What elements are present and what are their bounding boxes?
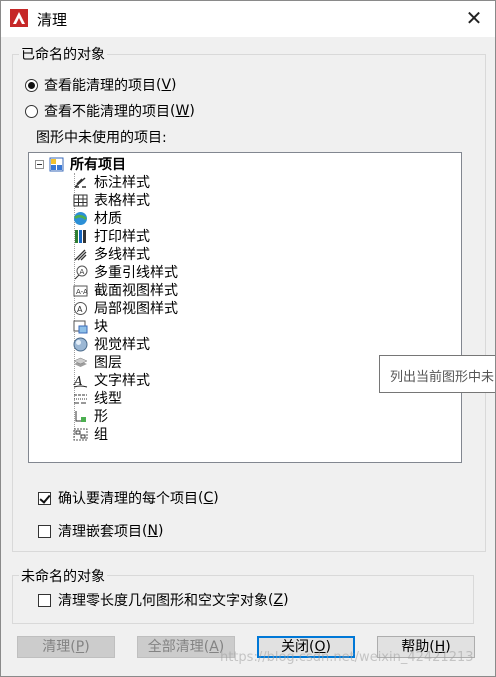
checkbox-indicator[interactable]	[38, 524, 51, 538]
checkbox-indicator[interactable]	[38, 491, 51, 505]
confirm-each-label: 确认要清理的每个项目	[58, 491, 198, 507]
tree-item-shape[interactable]: 形	[73, 407, 108, 425]
group-icon	[73, 428, 88, 440]
linetype-icon	[74, 394, 87, 403]
purge-zero-length-label: 清理零长度几何图形和空文字对象	[58, 593, 268, 609]
tree-item-detail-view-style[interactable]: A 局部视图样式	[73, 299, 178, 317]
material-icon	[74, 211, 87, 225]
purge-all-button[interactable]: 全部清理(A)	[137, 636, 235, 658]
help-button[interactable]: 帮助(H)	[377, 636, 475, 658]
tree-item-material[interactable]: 材质	[73, 209, 122, 227]
autocad-app-icon	[10, 9, 28, 27]
view-purgeable-key: V	[161, 77, 172, 93]
view-purgeable-label: 查看能清理的项目	[44, 78, 156, 94]
named-objects-label: 已命名的对象	[19, 44, 107, 64]
collapse-icon[interactable]	[35, 159, 44, 169]
window-title: 清理	[37, 11, 68, 29]
table-style-icon	[73, 194, 88, 206]
multiline-style-icon	[74, 249, 87, 260]
tree-item-dimension-style[interactable]: 标注样式	[73, 173, 150, 191]
radio-indicator[interactable]	[25, 78, 38, 92]
radio-indicator[interactable]	[25, 104, 38, 118]
layer-icon	[73, 357, 88, 367]
purge-dialog: 清理 ✕ 已命名的对象 查看能清理的项目 (V) 查看不能清理的项目 (W) 图…	[0, 0, 496, 677]
detail-view-style-icon: A	[74, 301, 87, 315]
tree-item-layer[interactable]: 图层	[73, 353, 122, 371]
tree-item-group[interactable]: 组	[73, 425, 108, 443]
tree-root-label: 所有项目	[70, 157, 126, 173]
svg-text:A: A	[77, 305, 83, 314]
tooltip: 列出当前图形中未	[379, 355, 495, 393]
unnamed-objects-label: 未命名的对象	[19, 566, 107, 586]
view-nonpurgeable-label: 查看不能清理的项目	[44, 104, 170, 120]
title-bar: 清理 ✕	[1, 1, 495, 37]
checkbox-indicator[interactable]	[38, 593, 51, 607]
view-nonpurgeable-radio[interactable]: 查看不能清理的项目 (W)	[25, 102, 195, 120]
close-window-icon[interactable]: ✕	[463, 7, 485, 29]
tree-item-section-view-style[interactable]: A-A 截面视图样式	[73, 281, 178, 299]
tree-item-multileader-style[interactable]: A 多重引线样式	[73, 263, 178, 281]
svg-text:A-A: A-A	[76, 288, 88, 296]
purge-nested-checkbox[interactable]: 清理嵌套项目 (N)	[38, 522, 163, 540]
text-style-icon: A	[73, 374, 88, 388]
tree-item-multiline-style[interactable]: 多线样式	[73, 245, 150, 263]
tree-item-text-style[interactable]: A 文字样式	[73, 371, 150, 389]
plot-style-icon	[75, 229, 86, 243]
all-items-icon	[49, 157, 64, 171]
tree-item-visual-style[interactable]: 视觉样式	[73, 335, 150, 353]
tree-item-plot-style[interactable]: 打印样式	[73, 227, 150, 245]
tree-item-table-style[interactable]: 表格样式	[73, 191, 150, 209]
tree-item-linetype[interactable]: 线型	[73, 389, 122, 407]
multileader-style-icon: A	[74, 265, 88, 279]
visual-style-icon	[73, 337, 88, 351]
close-button[interactable]: 关闭(O)	[257, 636, 355, 658]
dimension-style-icon	[74, 176, 86, 188]
purge-nested-label: 清理嵌套项目	[58, 524, 142, 540]
confirm-each-checkbox[interactable]: 确认要清理的每个项目 (C)	[38, 489, 219, 507]
view-nonpurgeable-key: W	[175, 103, 190, 119]
svg-text:A: A	[80, 268, 85, 276]
shape-icon	[75, 410, 86, 422]
view-purgeable-radio[interactable]: 查看能清理的项目 (V)	[25, 76, 177, 94]
purge-zero-length-checkbox[interactable]: 清理零长度几何图形和空文字对象 (Z)	[38, 591, 289, 609]
tree-root-all-items[interactable]: 所有项目	[35, 155, 126, 173]
unused-items-tree[interactable]: 所有项目 标注样式 表格样式 材质 打印样式 多线样式 A 多重引线样式 A-A	[28, 152, 462, 463]
tree-item-block[interactable]: 块	[73, 317, 108, 335]
unused-items-label: 图形中未使用的项目:	[36, 130, 167, 146]
block-icon	[73, 320, 88, 333]
section-view-style-icon: A-A	[73, 285, 88, 296]
purge-button[interactable]: 清理(P)	[17, 636, 115, 658]
